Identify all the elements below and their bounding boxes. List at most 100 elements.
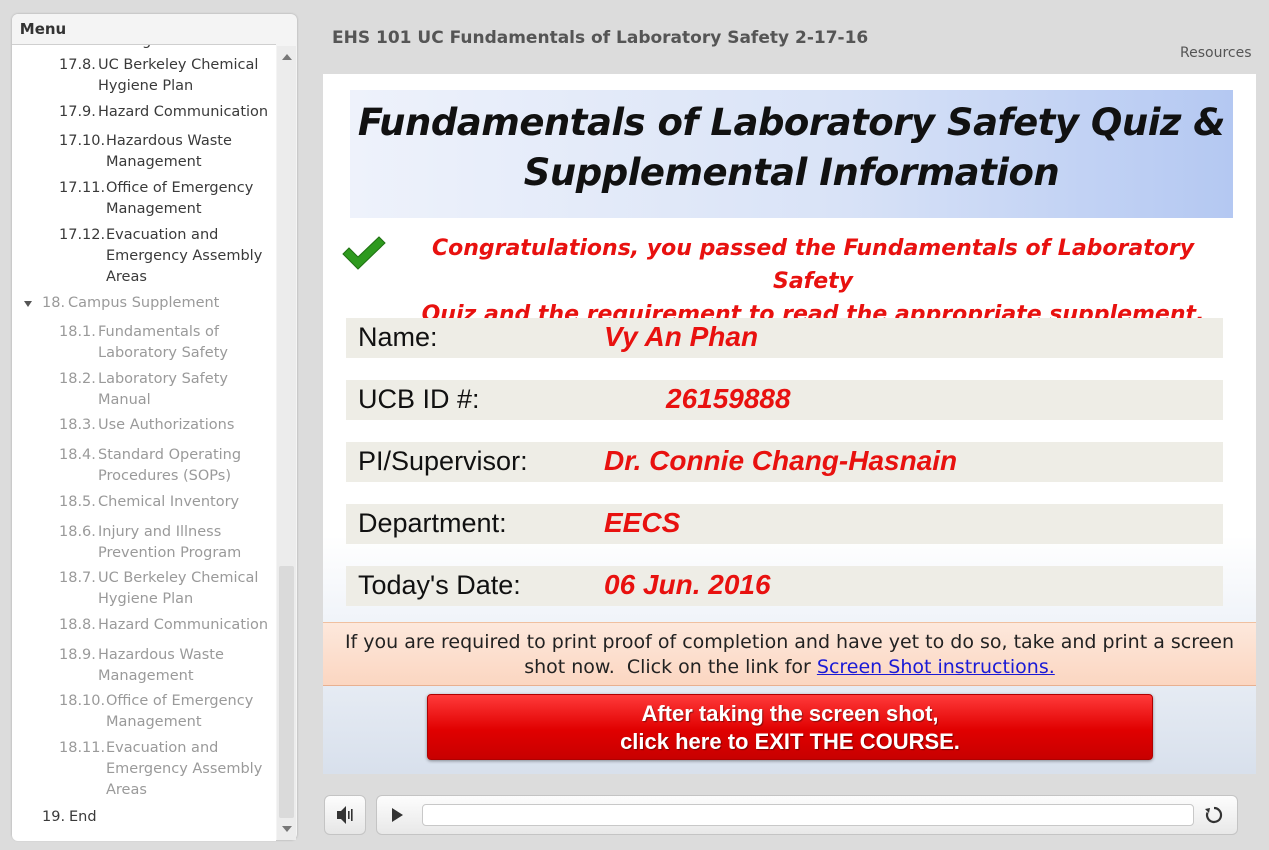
menu-item-18-2[interactable]: 18.2. Laboratory Safety Manual [59, 369, 269, 411]
supervisor-label: PI/Supervisor: [358, 446, 528, 476]
menu-item-label: Hazard Communication [98, 617, 269, 633]
menu-item-label-line2: Procedures (SOPs) [98, 468, 231, 484]
menu-section-18[interactable]: 18. Campus Supplement [22, 293, 262, 314]
volume-button[interactable] [324, 795, 366, 835]
menu-item-label: UC Berkeley Chemical [98, 570, 259, 586]
menu-list: g 17.8. UC Berkeley Chemical Hygiene Pla… [12, 44, 276, 841]
play-icon[interactable] [387, 805, 407, 825]
menu-item-label-line2: Emergency Assembly [106, 761, 263, 777]
menu-item-number: 18.3. [59, 417, 96, 433]
menu-item-label: Office of Emergency [106, 693, 254, 709]
menu-item-number: 18.11. [59, 740, 106, 756]
menu-item-number: 17.12. [59, 227, 106, 243]
menu-item-label: Office of Emergency [106, 180, 254, 196]
speaker-icon [337, 806, 353, 824]
menu-item-number: 18.1. [59, 324, 96, 340]
menu-item-label-line2: Management [106, 201, 202, 217]
supervisor-value: Dr. Connie Chang-Hasnain [604, 445, 958, 476]
menu-item-number: 17.9. [59, 104, 96, 120]
menu-item-label-line3: Areas [106, 269, 147, 285]
menu-item-label: Standard Operating [98, 447, 242, 463]
menu-item-label-line3: Areas [106, 782, 147, 798]
resources-link[interactable]: Resources [1180, 45, 1252, 61]
menu-item-label: Chemical Inventory [98, 494, 240, 510]
screenshot-instructions-link[interactable]: Screen Shot instructions. [817, 656, 1055, 678]
slide-content: Fundamentals of Laboratory Safety Quiz &… [323, 74, 1256, 774]
menu-item-number: 18.7. [59, 570, 96, 586]
menu-item-number: 17.11. [59, 180, 106, 196]
menu-item-number: 18. [42, 295, 66, 311]
notice-line1: If you are required to print proof of co… [344, 631, 1235, 653]
menu-item-18-3[interactable]: 18.3. Use Authorizations [59, 415, 269, 436]
menu-scrollbar[interactable] [277, 46, 296, 840]
name-row: Name: Vy An Phan [346, 318, 1223, 358]
name-label: Name: [358, 322, 438, 352]
menu-item-18-4[interactable]: 18.4. Standard Operating Procedures (SOP… [59, 445, 269, 487]
menu-item-label-line2: Management [98, 668, 194, 684]
menu-item-label: Laboratory Safety [98, 371, 228, 387]
menu-item-label: Evacuation and [106, 227, 219, 243]
menu-item-label-line2: Manual [98, 392, 151, 408]
menu-item-19[interactable]: 19. End [42, 807, 262, 828]
triangle-down-icon[interactable] [24, 301, 32, 307]
exit-course-button[interactable]: After taking the screen shot, click here… [427, 694, 1153, 760]
checkmark-icon [342, 236, 386, 270]
ucb-id-value: 26159888 [666, 383, 791, 414]
progress-bar[interactable] [422, 804, 1194, 826]
menu-item-number: 17.8. [59, 57, 96, 73]
menu-item-number: 18.10. [59, 693, 106, 709]
menu-item-18-7[interactable]: 18.7. UC Berkeley Chemical Hygiene Plan [59, 568, 269, 610]
menu-item-17-8[interactable]: 17.8. UC Berkeley Chemical Hygiene Plan [59, 55, 269, 97]
menu-item-18-1[interactable]: 18.1. Fundamentals of Laboratory Safety [59, 322, 269, 364]
menu-item-number: 18.5. [59, 494, 96, 510]
menu-item-18-5[interactable]: 18.5. Chemical Inventory [59, 492, 269, 513]
replay-icon[interactable] [1203, 804, 1225, 826]
menu-item-18-11[interactable]: 18.11. Evacuation and Emergency Assembly… [59, 738, 269, 801]
scrollbar-thumb[interactable] [279, 566, 294, 818]
menu-item-label-line2: Management [106, 154, 202, 170]
menu-item-number: 17.10. [59, 133, 106, 149]
menu-item-label: UC Berkeley Chemical [98, 57, 259, 73]
menu-item-18-8[interactable]: 18.8. Hazard Communication [59, 615, 269, 636]
menu-item-17-12[interactable]: 17.12. Evacuation and Emergency Assembly… [59, 225, 269, 288]
department-row: Department: EECS [346, 504, 1223, 544]
menu-item-18-6[interactable]: 18.6. Injury and Illness Prevention Prog… [59, 522, 269, 564]
notice-line2-text: shot now. Click on the link for [524, 656, 817, 678]
course-title: EHS 101 UC Fundamentals of Laboratory Sa… [332, 28, 869, 48]
department-value: EECS [604, 507, 681, 538]
menu-item-label-line2: Prevention Program [98, 545, 242, 561]
scroll-down-icon[interactable] [277, 818, 296, 840]
menu-tab[interactable]: Menu [12, 14, 74, 44]
screenshot-notice: If you are required to print proof of co… [323, 622, 1256, 686]
menu-item-17-10[interactable]: 17.10. Hazardous Waste Management [59, 131, 269, 173]
congratulations-message: Congratulations, you passed the Fundamen… [403, 232, 1223, 331]
playback-bar [376, 795, 1238, 835]
date-label: Today's Date: [358, 570, 521, 600]
menu-item-18-10[interactable]: 18.10. Office of Emergency Management [59, 691, 269, 733]
menu-item-label: Injury and Illness [98, 524, 222, 540]
menu-item-label: Use Authorizations [98, 417, 235, 433]
date-row: Today's Date: 06 Jun. 2016 [346, 566, 1223, 606]
notice-line2: shot now. Click on the link for Screen S… [333, 655, 1246, 680]
slide-title: Fundamentals of Laboratory Safety Quiz &… [350, 98, 1233, 198]
menu-item-label: Hazard Communication [98, 104, 269, 120]
notice-text: If you are required to print proof of co… [333, 630, 1246, 680]
menu-item-label-line2: Hygiene Plan [98, 78, 194, 94]
menu-item-17-11[interactable]: 17.11. Office of Emergency Management [59, 178, 269, 220]
menu-item-18-9[interactable]: 18.9. Hazardous Waste Management [59, 645, 269, 687]
ucb-id-row: UCB ID #: 26159888 [346, 380, 1223, 420]
menu-item-label-line2: Laboratory Safety [98, 345, 228, 361]
slide-title-line2: Supplemental Information [523, 151, 1060, 194]
exit-button-line1: After taking the screen shot, [641, 701, 939, 726]
menu-item-label-line2: Management [106, 714, 202, 730]
menu-item-number: 19. [42, 809, 66, 825]
menu-item-number: 18.8. [59, 617, 96, 633]
menu-item-number: 18.2. [59, 371, 96, 387]
date-value: 06 Jun. 2016 [604, 569, 771, 600]
exit-button-label: After taking the screen shot, click here… [428, 700, 1152, 756]
scroll-up-icon[interactable] [277, 46, 296, 68]
supervisor-row: PI/Supervisor: Dr. Connie Chang-Hasnain [346, 442, 1223, 482]
menu-item-17-9[interactable]: 17.9. Hazard Communication [59, 102, 269, 123]
menu-item-label: Hazardous Waste [98, 647, 224, 663]
slide-title-line1: Fundamentals of Laboratory Safety Quiz & [357, 101, 1226, 144]
